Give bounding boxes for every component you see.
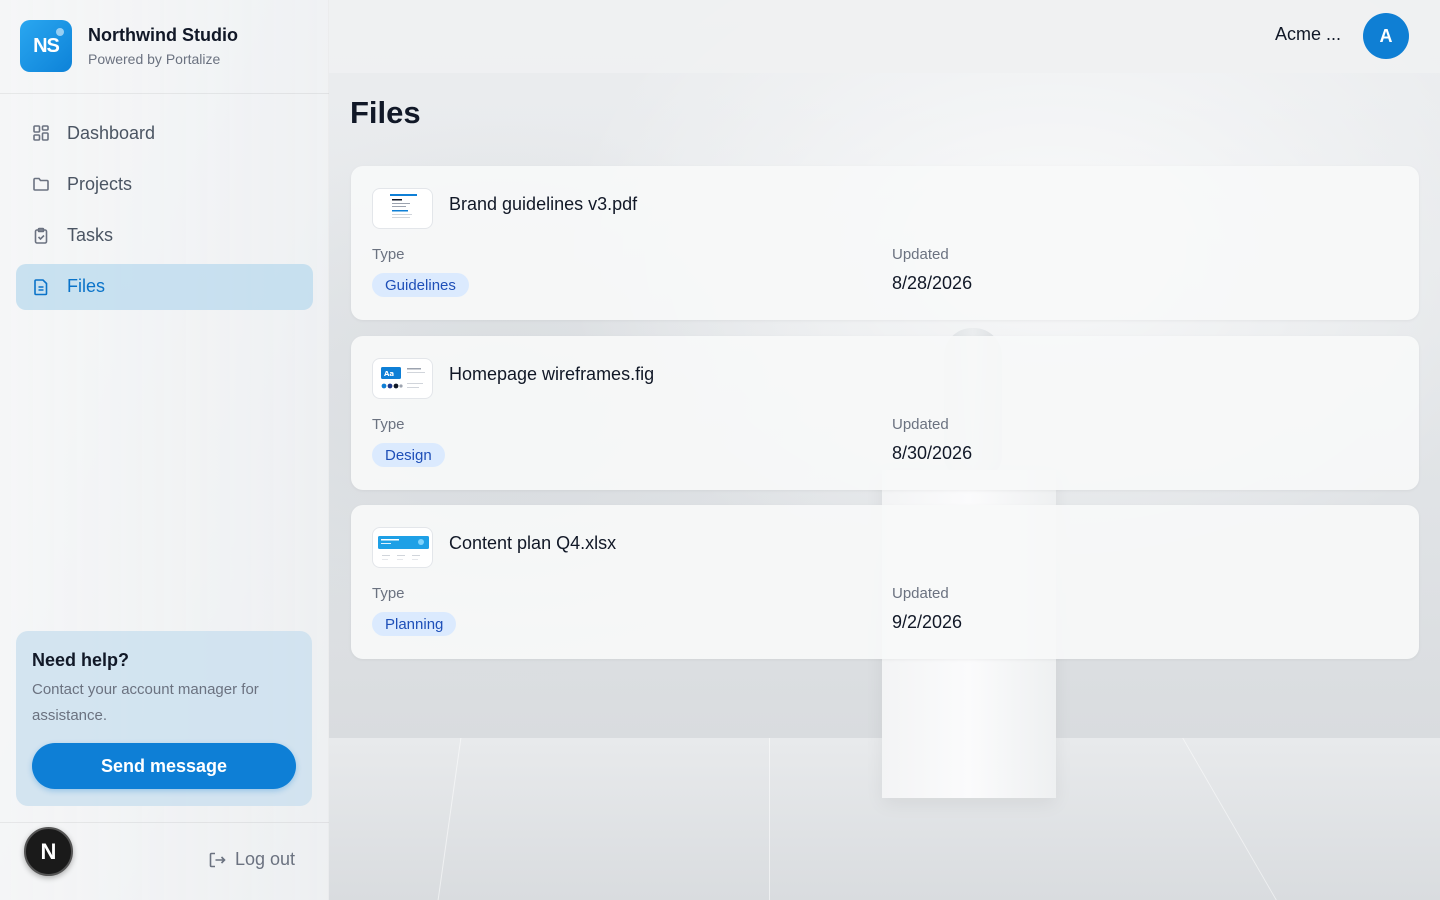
avatar[interactable]: A	[1363, 13, 1409, 59]
clipboard-icon	[32, 227, 50, 245]
org-switcher[interactable]: Acme ...	[1275, 24, 1341, 45]
logout-label: Log out	[235, 849, 296, 869]
logo-dot	[56, 28, 64, 36]
design-thumbnail-icon: Aa	[372, 358, 433, 399]
sidebar-item-label: Projects	[67, 173, 133, 194]
logout-button[interactable]: Log out	[207, 849, 295, 870]
sidebar-item-label: Files	[67, 276, 106, 297]
type-label: Type	[372, 585, 405, 602]
logout-icon	[207, 850, 227, 870]
type-badge: Design	[372, 443, 445, 467]
sidebar-item-label: Dashboard	[67, 122, 156, 143]
brand-logo: NS	[20, 20, 72, 72]
updated-label: Updated	[892, 416, 949, 433]
help-card: Need help? Contact your account manager …	[16, 631, 312, 806]
sidebar-item-label: Tasks	[67, 225, 114, 246]
sidebar: NS Northwind Studio Powered by Portalize…	[0, 0, 329, 900]
file-card[interactable]: Aa Homepage wireframes.fig Type Updated …	[351, 336, 1419, 490]
n-badge[interactable]: N	[24, 827, 73, 876]
file-name[interactable]: Brand guidelines v3.pdf	[449, 194, 637, 215]
svg-text:Aa: Aa	[384, 370, 394, 378]
updated-value: 8/30/2026	[892, 443, 973, 463]
brand-initials: NS	[33, 34, 60, 57]
sidebar-item-tasks[interactable]: Tasks	[16, 213, 313, 259]
file-name[interactable]: Homepage wireframes.fig	[449, 364, 654, 385]
spreadsheet-thumbnail-icon	[372, 527, 433, 568]
send-message-button[interactable]: Send message	[32, 743, 296, 789]
sidebar-divider	[0, 93, 329, 94]
type-label: Type	[372, 416, 405, 433]
file-card[interactable]: Content plan Q4.xlsx Type Updated Planni…	[351, 505, 1419, 659]
file-icon	[32, 278, 50, 296]
pdf-thumbnail-icon	[372, 188, 433, 229]
folder-icon	[32, 175, 50, 193]
updated-value: 8/28/2026	[892, 273, 973, 293]
file-card[interactable]: Brand guidelines v3.pdf Type Updated Gui…	[351, 166, 1419, 320]
sidebar-item-files[interactable]: Files	[16, 263, 313, 310]
type-badge: Planning	[372, 612, 457, 636]
topbar: Acme ... A	[329, 0, 1440, 73]
brand-name: Northwind Studio	[88, 25, 238, 45]
footer-divider	[0, 822, 329, 823]
sidebar-nav: Dashboard Projects Tasks Files	[16, 110, 313, 315]
dashboard-icon	[32, 124, 50, 142]
file-name[interactable]: Content plan Q4.xlsx	[449, 533, 616, 554]
updated-value: 9/2/2026	[892, 612, 963, 632]
updated-label: Updated	[892, 246, 949, 263]
sidebar-item-projects[interactable]: Projects	[16, 161, 313, 207]
brand-subtitle: Powered by Portalize	[88, 51, 221, 67]
help-text: Contact your account manager for assista…	[32, 681, 259, 724]
page-title: Files	[350, 95, 421, 130]
type-badge: Guidelines	[372, 273, 469, 297]
type-label: Type	[372, 246, 405, 263]
sidebar-item-dashboard[interactable]: Dashboard	[16, 110, 313, 156]
brand: NS Northwind Studio Powered by Portalize	[20, 20, 238, 72]
updated-label: Updated	[892, 585, 949, 602]
help-title: Need help?	[32, 650, 130, 670]
